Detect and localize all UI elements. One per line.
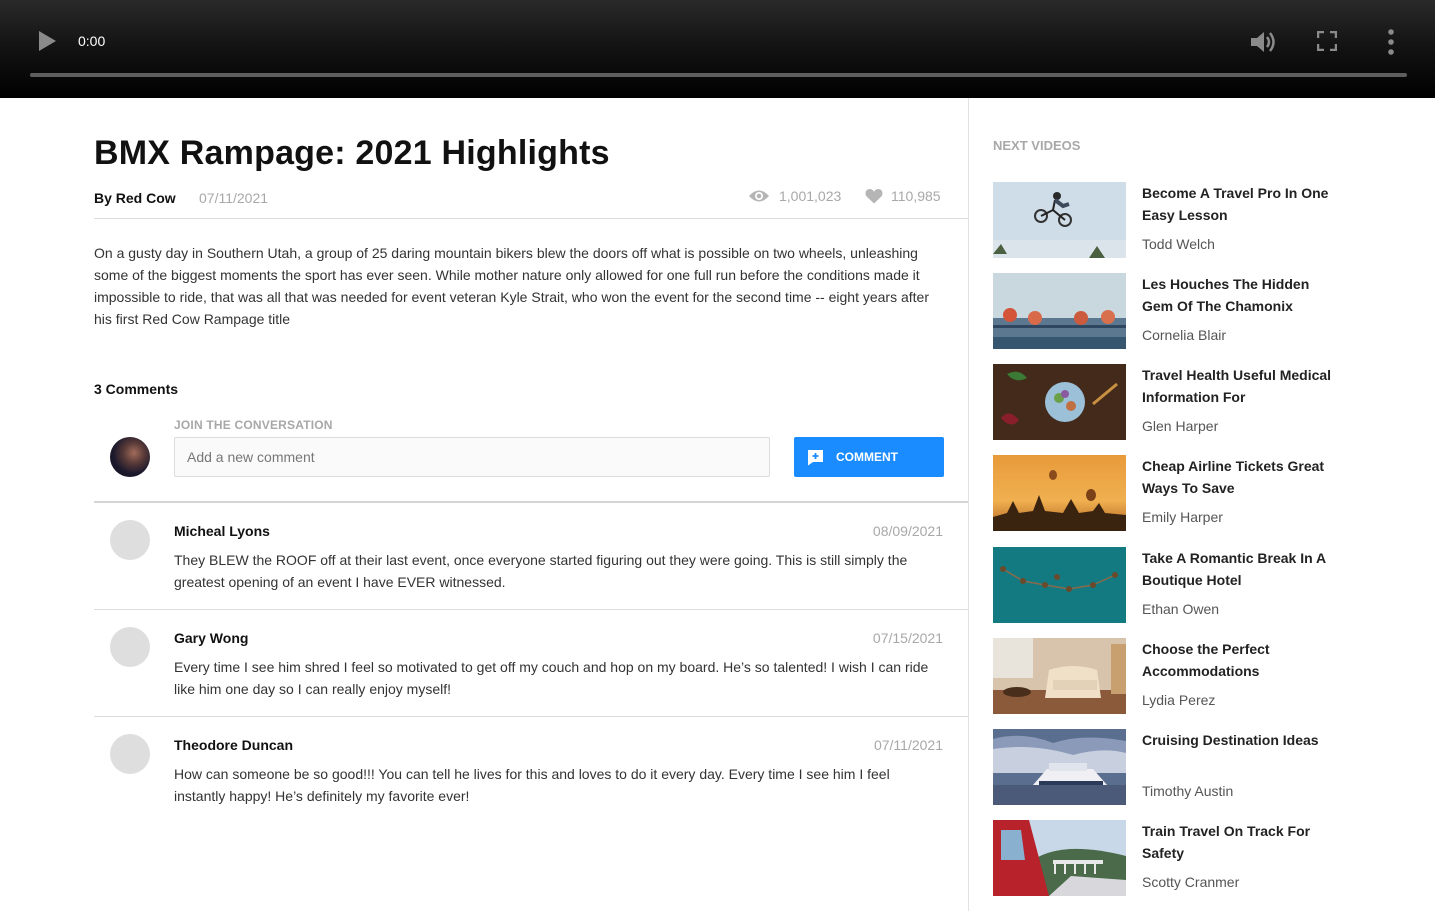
next-video-item[interactable]: Become A Travel Pro In One Easy Lesson T… [993,182,1413,258]
comment-item: Micheal Lyons 08/09/2021 They BLEW the R… [94,503,968,610]
comment-item: Theodore Duncan 07/11/2021 How can someo… [94,717,968,824]
current-time: 0:00 [78,33,106,49]
video-title-link[interactable]: Les Houches The Hidden Gem Of The Chamon… [1142,273,1342,317]
video-thumbnail[interactable] [993,729,1126,805]
video-thumbnail[interactable] [993,455,1126,531]
video-description: On a gusty day in Southern Utah, a group… [94,245,929,327]
fullscreen-icon[interactable] [1317,31,1337,51]
comments-count: 3 Comments [94,381,179,397]
video-thumbnail[interactable] [993,820,1126,896]
next-video-item[interactable]: Travel Health Useful Medical Information… [993,364,1413,440]
sidebar-divider [968,98,969,911]
video-author: Lydia Perez [1142,692,1216,708]
next-videos-heading: NEXT VIDEOS [993,138,1081,153]
video-title-link[interactable]: Train Travel On Track For Safety [1142,820,1342,864]
video-author: Cornelia Blair [1142,327,1227,343]
next-video-item[interactable]: Cheap Airline Tickets Great Ways To Save… [993,455,1413,531]
comment-author[interactable]: Micheal Lyons [174,523,270,539]
volume-icon[interactable] [1249,29,1277,55]
video-author[interactable]: By Red Cow [94,190,176,206]
next-video-item[interactable]: Choose the Perfect Accommodations Lydia … [993,638,1413,714]
join-conversation-label: JOIN THE CONVERSATION [174,418,333,432]
comment-text: They BLEW the ROOF off at their last eve… [174,552,908,590]
play-icon[interactable] [38,31,56,51]
next-video-item[interactable]: Take A Romantic Break In A Boutique Hote… [993,547,1413,623]
video-title-link[interactable]: Choose the Perfect Accommodations [1142,638,1342,682]
video-meta: By Red Cow 07/11/2021 1,001,023 110,985 [94,188,968,210]
comment-author[interactable]: Theodore Duncan [174,737,293,753]
heart-icon[interactable] [865,188,883,204]
video-author: Glen Harper [1142,418,1219,434]
eye-icon [749,190,769,202]
video-author: Scotty Cranmer [1142,874,1240,890]
current-user-avatar [110,437,150,477]
add-comment-icon [808,449,823,465]
video-thumbnail[interactable] [993,638,1126,714]
video-author: Ethan Owen [1142,601,1220,617]
comment-button-label: COMMENT [836,450,898,464]
video-author: Timothy Austin [1142,783,1234,799]
video-title-link[interactable]: Take A Romantic Break In A Boutique Hote… [1142,547,1342,591]
video-player[interactable]: 0:00 [0,0,1435,98]
comment-author[interactable]: Gary Wong [174,630,248,646]
video-title: BMX Rampage: 2021 Highlights [94,134,610,172]
next-video-item[interactable]: Les Houches The Hidden Gem Of The Chamon… [993,273,1413,349]
comment-date: 07/11/2021 [873,737,943,753]
next-video-item[interactable]: Train Travel On Track For Safety Scotty … [993,820,1413,896]
views-count: 1,001,023 [748,188,841,204]
video-thumbnail[interactable] [993,182,1126,258]
likes-value: 110,985 [891,188,941,204]
video-title-link[interactable]: Become A Travel Pro In One Easy Lesson [1142,182,1342,226]
views-value: 1,001,023 [779,188,842,204]
comment-date: 08/09/2021 [872,523,943,539]
video-thumbnail[interactable] [993,547,1126,623]
comment-input[interactable] [174,437,770,477]
progress-bar[interactable] [30,73,1407,77]
avatar [110,627,150,667]
video-author: Todd Welch [1142,236,1215,252]
video-title-link[interactable]: Cruising Destination Ideas [1142,729,1342,751]
video-author: Emily Harper [1142,509,1223,525]
likes-count[interactable]: 110,985 [865,188,941,204]
video-thumbnail[interactable] [993,273,1126,349]
comment-item: Gary Wong 07/15/2021 Every time I see hi… [94,610,968,717]
avatar [110,520,150,560]
comment-text: Every time I see him shred I feel so mot… [174,659,929,697]
comment-date: 07/15/2021 [872,630,943,646]
comment-button[interactable]: COMMENT [794,437,944,477]
video-title-link[interactable]: Travel Health Useful Medical Information… [1142,364,1342,408]
avatar [110,734,150,774]
comment-text: How can someone be so good!!! You can te… [174,766,890,804]
video-date: 07/11/2021 [199,190,269,206]
video-title-link[interactable]: Cheap Airline Tickets Great Ways To Save [1142,455,1342,499]
more-options-icon[interactable] [1385,29,1397,55]
next-video-item[interactable]: Cruising Destination Ideas Timothy Austi… [993,729,1413,805]
video-thumbnail[interactable] [993,364,1126,440]
divider [94,218,968,219]
